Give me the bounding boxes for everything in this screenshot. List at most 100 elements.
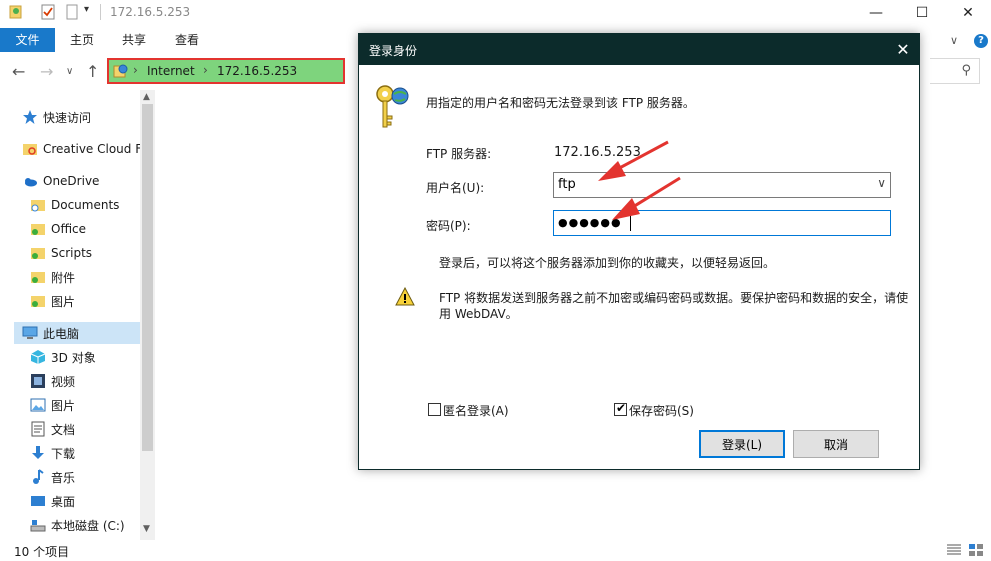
text-caret — [630, 215, 631, 231]
sidebar-item-local-disk[interactable]: 本地磁盘 (C:) — [30, 514, 125, 536]
chevron-down-icon[interactable]: ∨ — [877, 176, 886, 190]
scroll-down-icon[interactable]: ▼ — [143, 524, 150, 534]
security-warning-line1: FTP 将数据发送到服务器之前不加密或编码密码或数据。要保护密码和数据的安全，请… — [439, 291, 909, 305]
dialog-title-bar: 登录身份 ✕ — [359, 34, 919, 65]
folder-synced-icon — [31, 224, 45, 235]
tab-file[interactable]: 文件 — [0, 28, 55, 52]
security-warning-line2: 用 WebDAV。 — [439, 307, 518, 321]
details-view-icon[interactable] — [946, 543, 962, 557]
sidebar-item-docs[interactable]: 文档 — [30, 418, 75, 440]
sidebar-item-music[interactable]: 音乐 — [30, 466, 75, 488]
breadcrumb-server[interactable]: 172.16.5.253 — [217, 64, 297, 78]
address-bar[interactable]: › Internet › 172.16.5.253 — [107, 58, 345, 84]
server-label: FTP 服务器: — [426, 147, 492, 161]
login-button[interactable]: 登录(L) — [699, 430, 785, 458]
sidebar-item-label: 视频 — [51, 374, 76, 389]
item-count: 10 个项目 — [14, 545, 70, 559]
video-icon — [31, 374, 45, 388]
documents-icon — [31, 421, 45, 437]
maximize-button[interactable]: ☐ — [899, 0, 945, 26]
sidebar-item-this-pc[interactable]: 此电脑 — [14, 322, 140, 344]
back-arrow-icon[interactable]: ← — [12, 62, 25, 81]
breadcrumb-internet[interactable]: Internet — [147, 64, 195, 78]
sidebar-item-label: OneDrive — [43, 174, 100, 188]
close-button[interactable]: ✕ — [945, 0, 991, 26]
sidebar-item-desktop[interactable]: 桌面 — [30, 490, 75, 512]
onedrive-cloud-icon — [25, 178, 37, 187]
sidebar-item-quick-access[interactable]: 快速访问 — [22, 106, 91, 128]
computer-icon — [22, 326, 38, 339]
sidebar-item-downloads[interactable]: 下载 — [30, 442, 75, 464]
sidebar-item-label: Creative Cloud F — [43, 142, 140, 156]
sidebar-item-documents[interactable]: Documents — [30, 194, 119, 216]
sidebar-item-label: Documents — [51, 198, 120, 212]
tab-home[interactable]: 主页 — [58, 28, 106, 52]
internet-location-icon — [113, 64, 128, 78]
username-label: 用户名(U): — [426, 181, 485, 195]
warning-icon — [395, 287, 415, 306]
login-failed-message: 用指定的用户名和密码无法登录到该 FTP 服务器。 — [426, 96, 695, 110]
help-icon[interactable]: ? — [974, 34, 988, 48]
folder-synced-icon — [31, 248, 45, 259]
sidebar-item-pictures[interactable]: 图片 — [30, 394, 75, 416]
sidebar-item-onedrive[interactable]: OneDrive — [22, 170, 99, 192]
password-field[interactable]: ●●●●●● — [553, 210, 891, 236]
creative-cloud-folder-icon — [23, 144, 37, 155]
folder-synced-icon — [31, 296, 45, 307]
tab-view[interactable]: 查看 — [163, 28, 211, 52]
sidebar-item-label: 附件 — [51, 270, 76, 285]
sidebar-scrollbar[interactable]: ▲ ▼ — [140, 90, 155, 540]
sidebar-item-office[interactable]: Office — [30, 218, 86, 240]
folder-properties-icon[interactable] — [8, 4, 24, 20]
sidebar-item-creative-cloud[interactable]: Creative Cloud F — [22, 138, 140, 160]
sidebar-item-videos[interactable]: 视频 — [30, 370, 75, 392]
server-value: 172.16.5.253 — [554, 145, 641, 160]
dialog-title: 登录身份 — [369, 44, 418, 58]
sidebar-item-scripts[interactable]: Scripts — [30, 242, 92, 264]
drive-icon — [30, 520, 46, 532]
minimize-button[interactable]: — — [853, 0, 899, 26]
anonymous-login-checkbox[interactable] — [428, 403, 441, 416]
3d-objects-icon — [30, 350, 46, 364]
sidebar-item-label: 快速访问 — [43, 110, 92, 125]
pictures-icon — [30, 398, 46, 412]
music-icon — [33, 469, 44, 484]
sidebar-item-label: 图片 — [51, 294, 76, 309]
sidebar-item-attachments[interactable]: 附件 — [30, 266, 75, 288]
search-icon[interactable]: ⚲ — [961, 63, 971, 78]
save-password-label[interactable]: 保存密码(S) — [629, 402, 694, 419]
scroll-up-icon[interactable]: ▲ — [143, 92, 150, 102]
username-combobox[interactable]: ftp ∨ — [553, 172, 891, 198]
up-arrow-icon[interactable]: ↑ — [86, 62, 99, 81]
large-icons-view-icon[interactable] — [968, 543, 984, 557]
login-dialog: 登录身份 ✕ 用指定的用户名和密码无法登录到该 FTP 服务器。 FTP 服务器… — [358, 33, 920, 470]
new-folder-icon[interactable] — [64, 4, 80, 20]
sidebar-item-label: Scripts — [51, 246, 93, 260]
quick-access-dropdown-icon[interactable]: ▾ — [84, 4, 100, 20]
scrollbar-thumb[interactable] — [142, 104, 153, 451]
dialog-close-button[interactable]: ✕ — [887, 34, 919, 65]
sidebar-item-3d-objects[interactable]: 3D 对象 — [30, 346, 96, 368]
ribbon-expand-icon[interactable]: ∨ — [950, 34, 958, 47]
properties-checklist-icon[interactable] — [40, 4, 56, 20]
favorites-note: 登录后，可以将这个服务器添加到你的收藏夹，以便轻易返回。 — [439, 256, 776, 270]
navigation-pane: 快速访问 Creative Cloud F OneDrive Documents… — [0, 90, 155, 540]
search-input[interactable]: ⚲ — [930, 58, 980, 84]
recent-locations-chevron-icon[interactable]: ∨ — [66, 66, 73, 77]
sidebar-item-label: 音乐 — [51, 470, 76, 485]
sidebar-item-label: 3D 对象 — [51, 350, 96, 365]
tab-share[interactable]: 共享 — [110, 28, 158, 52]
breadcrumb-separator: › — [133, 63, 138, 77]
title-bar: ▾ 172.16.5.253 — ☐ ✕ — [0, 0, 991, 26]
folder-synced-icon — [31, 272, 45, 283]
sidebar-item-label: Office — [51, 222, 87, 236]
desktop-icon — [31, 496, 45, 506]
forward-arrow-icon[interactable]: → — [40, 62, 53, 81]
sidebar-item-label: 此电脑 — [43, 326, 80, 341]
cancel-button[interactable]: 取消 — [793, 430, 879, 458]
anonymous-login-label[interactable]: 匿名登录(A) — [443, 402, 509, 419]
save-password-checkbox[interactable]: ✔ — [614, 401, 627, 416]
username-value: ftp — [558, 177, 576, 192]
sidebar-item-label: 本地磁盘 (C:) — [51, 518, 125, 533]
sidebar-item-onedrive-pictures[interactable]: 图片 — [30, 290, 75, 312]
